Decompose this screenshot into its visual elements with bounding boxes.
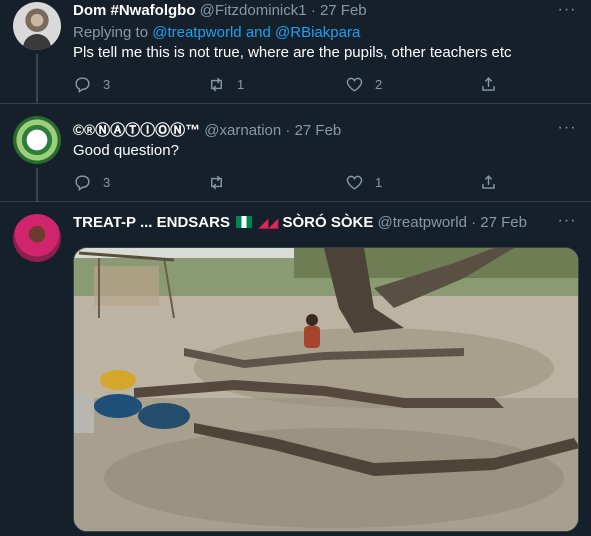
tweet-actions: 3 1 (73, 171, 513, 193)
reply-button[interactable]: 3 (73, 73, 110, 95)
display-name-suffix[interactable]: SÒRÓ SÒKE (282, 214, 373, 231)
megaphone-icon: ◢◢ (258, 215, 279, 230)
reply-button[interactable]: 3 (73, 171, 110, 193)
retweet-button[interactable] (207, 171, 237, 193)
retweet-count: 1 (237, 76, 245, 92)
reply-count: 3 (103, 76, 111, 92)
separator: · (310, 2, 316, 19)
heart-icon (346, 77, 363, 92)
thread-line (36, 54, 38, 103)
reply-icon (75, 76, 90, 93)
thread-line (36, 168, 38, 202)
share-icon (482, 174, 495, 189)
tweet-date[interactable]: 27 Feb (320, 2, 367, 19)
share-icon (482, 76, 495, 91)
tweet-3[interactable]: TREAT-P ... ENDSARS ◢◢ SÒRÓ SÒKE @treatp… (0, 201, 591, 536)
like-button[interactable]: 1 (345, 171, 382, 193)
like-button[interactable]: 2 (345, 73, 382, 95)
retweet-icon (211, 77, 222, 91)
share-button[interactable] (479, 171, 498, 193)
photo-illustration (74, 248, 578, 531)
replying-to: Replying to @treatpworld and @RBiakpara (73, 23, 360, 43)
replying-and: and (245, 24, 271, 41)
tweet-1[interactable]: Dom #Nwafolgbo @Fitzdominick1 · 27 Feb ·… (0, 0, 591, 103)
tweet-header: Dom #Nwafolgbo @Fitzdominick1 · 27 Feb (73, 1, 367, 21)
avatar[interactable] (13, 116, 61, 164)
tweet-actions: 3 1 2 (73, 73, 513, 95)
reply-icon (75, 174, 90, 191)
separator: · (471, 214, 477, 231)
reply-count: 3 (103, 174, 111, 190)
display-name[interactable]: ©®ⓃⒶⓉⒾⓄⓃ™ (73, 122, 200, 139)
heart-icon (346, 175, 363, 190)
separator: · (285, 122, 291, 139)
tweet-photo[interactable] (73, 247, 579, 532)
avatar[interactable] (13, 2, 61, 50)
more-options-icon[interactable]: ··· (557, 2, 577, 23)
user-handle[interactable]: @xarnation (204, 122, 281, 139)
like-count: 2 (375, 76, 383, 92)
display-name[interactable]: Dom #Nwafolgbo (73, 2, 196, 19)
tweet-header: ©®ⓃⒶⓉⒾⓄⓃ™ @xarnation · 27 Feb (73, 121, 341, 141)
avatar[interactable] (13, 214, 61, 262)
retweet-button[interactable]: 1 (207, 73, 244, 95)
display-name[interactable]: TREAT-P ... ENDSARS (73, 214, 230, 231)
nigeria-flag-icon (236, 216, 253, 228)
replying-to-label: Replying to (73, 24, 149, 41)
user-handle[interactable]: @treatpworld (378, 214, 467, 231)
tweet-text: Good question? (73, 142, 179, 159)
more-options-icon[interactable]: ··· (557, 120, 577, 141)
tweet-date[interactable]: 27 Feb (295, 122, 342, 139)
tweet-text: Pls tell me this is not true, where are … (73, 44, 512, 61)
tweet-2[interactable]: ©®ⓃⒶⓉⒾⓄⓃ™ @xarnation · 27 Feb ··· Good q… (0, 103, 591, 202)
like-count: 1 (375, 174, 383, 190)
more-options-icon[interactable]: ··· (557, 213, 577, 234)
mention-link[interactable]: @RBiakpara (275, 24, 360, 41)
tweet-header: TREAT-P ... ENDSARS ◢◢ SÒRÓ SÒKE @treatp… (73, 213, 527, 233)
tweet-date[interactable]: 27 Feb (480, 214, 527, 231)
retweet-icon (211, 175, 222, 189)
user-handle[interactable]: @Fitzdominick1 (200, 2, 307, 19)
share-button[interactable] (479, 73, 498, 95)
mention-link[interactable]: @treatpworld (152, 24, 241, 41)
